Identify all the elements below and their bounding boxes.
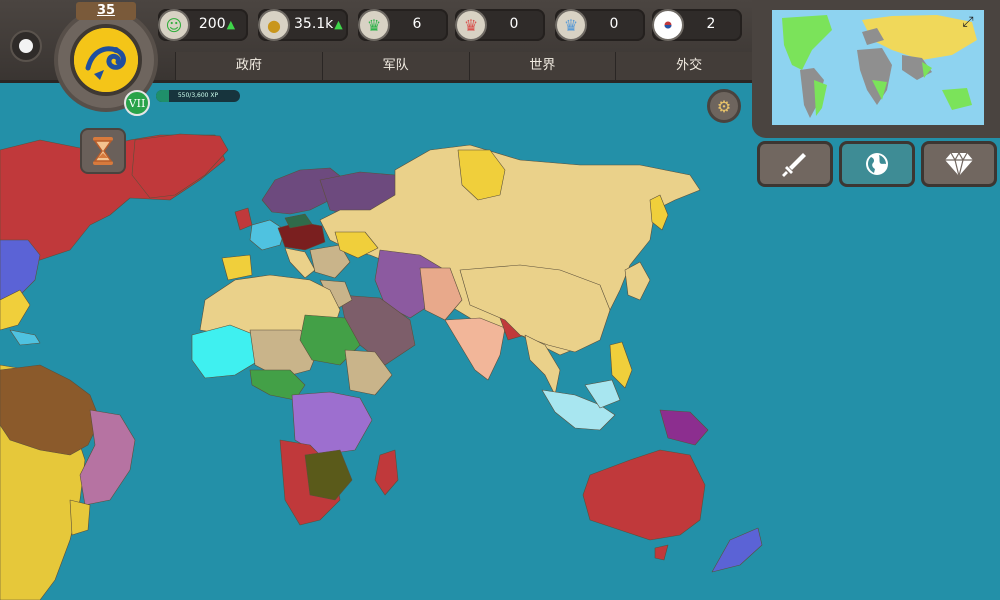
main-tabs: 政府 军队 世界 外交 <box>175 52 762 80</box>
red-crown-icon: ♛ <box>455 9 487 41</box>
flag-stat[interactable]: 2 <box>652 9 742 41</box>
region-uruguay[interactable] <box>69 499 91 536</box>
diamond-button[interactable] <box>921 141 997 187</box>
minimap[interactable]: ⤢ <box>772 10 984 125</box>
world-button[interactable] <box>839 141 915 187</box>
minimap-frame: ⤢ <box>752 0 1000 138</box>
hourglass-icon <box>93 137 113 165</box>
green-crown-value: 6 <box>412 16 422 32</box>
blue-crown-stat[interactable]: ♛ 0 <box>555 9 645 41</box>
flag-value: 2 <box>706 16 716 32</box>
green-crown-stat[interactable]: ♛ 6 <box>358 9 448 41</box>
diamond-icon <box>945 151 973 177</box>
happiness-value: 200 <box>198 16 226 32</box>
xp-bar: 550/3,600 XP <box>156 90 240 102</box>
tab-diplomacy[interactable]: 外交 <box>615 52 762 80</box>
settings-gear-icon[interactable]: ⚙ <box>707 89 741 123</box>
tab-world[interactable]: 世界 <box>468 52 616 80</box>
happiness-stat[interactable]: ☺ 200▲ <box>158 9 248 41</box>
xp-text: 550/3,600 XP <box>177 92 219 99</box>
korea-flag-icon <box>652 9 684 41</box>
trend-up-icon: ▲ <box>226 18 236 31</box>
tab-government[interactable]: 政府 <box>175 52 322 80</box>
coins-value: 35.1k <box>294 16 334 32</box>
toggle-knob <box>19 39 33 53</box>
green-crown-icon: ♛ <box>358 9 390 41</box>
sword-icon <box>782 153 806 177</box>
timer-button[interactable] <box>80 128 126 174</box>
globe-icon <box>866 153 888 175</box>
expand-icon[interactable]: ⤢ <box>960 14 976 30</box>
trend-up-icon: ▲ <box>334 18 343 31</box>
tab-military[interactable]: 军队 <box>321 52 469 80</box>
happiness-icon: ☺ <box>158 9 190 41</box>
nation-badge[interactable]: 35 VII <box>58 2 154 116</box>
menu-toggle[interactable] <box>10 30 42 62</box>
dragon-emblem-icon <box>70 24 142 96</box>
blue-crown-icon: ♛ <box>555 9 587 41</box>
coins-stat[interactable]: ● 35.1k▲ <box>258 9 348 41</box>
coins-icon: ● <box>258 9 290 41</box>
level-ribbon: 35 <box>76 2 136 20</box>
rank-badge: VII <box>124 90 150 116</box>
red-crown-value: 0 <box>509 16 519 32</box>
sword-button[interactable] <box>757 141 833 187</box>
red-crown-stat[interactable]: ♛ 0 <box>455 9 545 41</box>
blue-crown-value: 0 <box>609 16 619 32</box>
